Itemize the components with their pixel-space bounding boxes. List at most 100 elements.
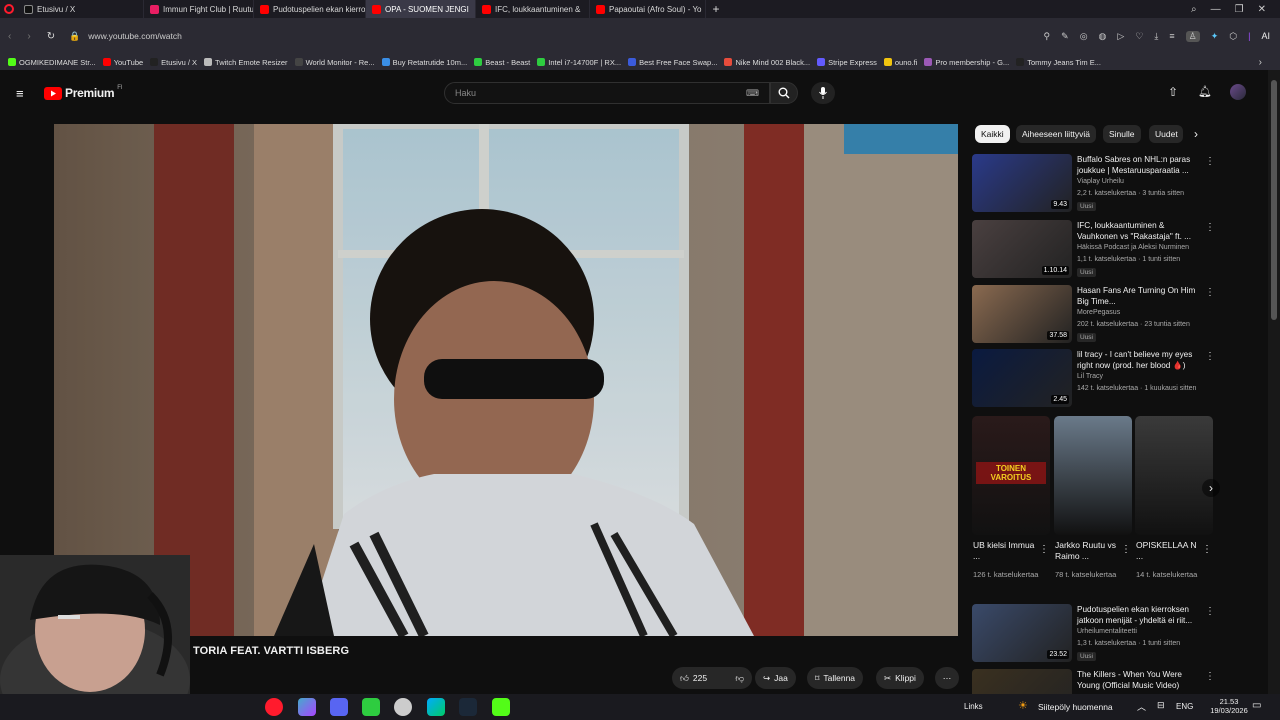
chip-for-you[interactable]: Sinulle [1103, 125, 1141, 143]
edit-icon[interactable]: ✎ [1061, 31, 1069, 42]
like-button[interactable]: 👍︎ 225 [680, 673, 707, 684]
channel-name[interactable]: Urheilumentaliteetti [1077, 628, 1137, 635]
bookmark-item[interactable]: Tommy Jeans Tim E... [1016, 58, 1108, 67]
vpn-icon[interactable] [394, 698, 412, 716]
bookmark-item[interactable]: World Monitor - Re... [294, 58, 382, 67]
reload-icon[interactable]: ↻ [47, 31, 55, 42]
chip-new[interactable]: Uudet [1149, 125, 1183, 143]
back-icon[interactable]: ‹ [8, 31, 11, 42]
tab-6[interactable]: Papaoutai (Afro Soul) - Yo [590, 0, 706, 18]
opera-icon[interactable] [0, 4, 18, 14]
dislike-button[interactable]: 👎︎ [735, 673, 744, 684]
hamburger-menu-icon[interactable]: ≡ [16, 86, 24, 101]
tab-3[interactable]: Pudotuspelien ekan kierro [254, 0, 366, 18]
bookmark-item[interactable]: Etusivu / X [150, 58, 204, 67]
bookmark-item[interactable]: Nike Mind 002 Black... [724, 58, 817, 67]
notifications-icon[interactable]: ▭ [1252, 700, 1261, 711]
short-thumbnail[interactable] [1135, 416, 1213, 535]
short-title[interactable]: Jarkko Ruutu vs Raimo ... [1055, 540, 1121, 562]
menu-icon[interactable]: ≡ [1169, 31, 1174, 41]
recommended-video[interactable]: 9.43 Buffalo Sabres on NHL:n paras joukku… [972, 154, 1216, 214]
channel-name[interactable]: Häkissä Podcast ja Aleksi Nurminen [1077, 244, 1189, 251]
video-thumbnail[interactable]: 37.58 [972, 285, 1072, 343]
maximize-button[interactable]: ❐ [1235, 4, 1244, 15]
video-title[interactable]: Hasan Fans Are Turning On Him Big Time..… [1077, 285, 1205, 307]
bookmark-item[interactable]: OGMIKEDIMANE Str... [8, 58, 103, 67]
avatar[interactable] [1230, 84, 1246, 100]
recommended-video[interactable]: 1.10.14 IFC, loukkaantuminen & Vauhkonen … [972, 220, 1216, 280]
more-vert-icon[interactable]: ⋮ [1205, 222, 1215, 233]
minimize-button[interactable]: — [1211, 4, 1221, 15]
more-vert-icon[interactable]: ⋮ [1205, 351, 1215, 362]
camera-icon[interactable]: ◎ [1080, 31, 1088, 42]
video-thumbnail[interactable]: 2.45 [972, 349, 1072, 407]
bookmark-item[interactable]: Pro membership - G... [924, 58, 1016, 67]
shorts-next-button[interactable]: › [1202, 479, 1220, 497]
scrollbar-thumb[interactable] [1271, 80, 1277, 320]
short-title[interactable]: OPISKELLAA N ... [1136, 540, 1202, 562]
short-title[interactable]: UB kielsi Immua ... [973, 540, 1039, 562]
bookmark-item[interactable]: Stripe Express [817, 58, 884, 67]
voice-search-button[interactable] [811, 82, 835, 104]
bookmark-item[interactable]: Beast - Beast [474, 58, 537, 67]
more-vert-icon[interactable]: ⋮ [1202, 544, 1212, 555]
download-icon[interactable]: ⤓ [1154, 31, 1158, 42]
app-taskbar-icon[interactable] [298, 698, 316, 716]
keyboard-icon[interactable]: ⌨ [746, 88, 759, 99]
language-indicator[interactable]: ENG [1176, 702, 1193, 711]
recommended-video[interactable]: The Killers - When You Were Young (Offic… [972, 669, 1216, 694]
tray-chevron-icon[interactable]: ︿ [1137, 700, 1146, 713]
more-vert-icon[interactable]: ⋮ [1039, 544, 1049, 555]
network-icon[interactable]: ⊟ [1157, 700, 1165, 711]
url-field[interactable]: www.youtube.com/watch [88, 31, 182, 41]
video-title[interactable]: Buffalo Sabres on NHL:n paras joukkue | … [1077, 154, 1205, 176]
video-thumbnail[interactable]: 23.52 [972, 604, 1072, 662]
more-vert-icon[interactable]: ⋮ [1205, 606, 1215, 617]
save-button[interactable]: ⌑ Tallenna [807, 667, 864, 689]
more-vert-icon[interactable]: ⋮ [1205, 671, 1215, 682]
bookmark-item[interactable]: Intel i7-14700F | RX... [537, 58, 628, 67]
key-icon[interactable]: ⚲ [1044, 31, 1051, 42]
bookmark-item[interactable]: ouno.fi [883, 58, 925, 67]
channel-name[interactable]: Lil Tracy [1077, 373, 1103, 380]
video-thumbnail[interactable] [972, 669, 1072, 694]
clip-button[interactable]: ✂ Klippi [876, 667, 924, 689]
search-input[interactable]: Haku ⌨ [444, 82, 770, 104]
video-thumbnail[interactable]: 1.10.14 [972, 220, 1072, 278]
cube-icon[interactable]: ⬡ [1229, 31, 1237, 42]
ai-button[interactable]: AI [1261, 31, 1270, 41]
edge-icon[interactable] [427, 698, 445, 716]
notifications-bell-icon[interactable]: 🔔︎ [1198, 85, 1212, 98]
bookmark-item[interactable]: YouTube [102, 58, 150, 67]
extension-icon[interactable]: ✦ [1211, 31, 1219, 42]
more-vert-icon[interactable]: ⋮ [1205, 287, 1215, 298]
kick-icon[interactable] [492, 698, 510, 716]
obs-icon[interactable] [362, 698, 380, 716]
weather-text[interactable]: Siitepöly huomenna [1038, 702, 1113, 712]
video-title[interactable]: lil tracy - I can't believe my eyes righ… [1077, 349, 1205, 371]
video-title[interactable]: IFC, loukkaantuminen & Vauhkonen vs "Rak… [1077, 220, 1205, 242]
profile-icon[interactable]: ♙ [1185, 30, 1200, 42]
shield-icon[interactable]: ◍ [1099, 31, 1107, 42]
short-thumbnail[interactable]: TOINEN VAROITUS [972, 416, 1050, 535]
share-button[interactable]: ↪ Jaa [755, 667, 796, 689]
video-thumbnail[interactable]: 9.43 [972, 154, 1072, 212]
search-button[interactable] [770, 82, 798, 104]
more-vert-icon[interactable]: ⋮ [1121, 544, 1131, 555]
short-thumbnail[interactable] [1054, 416, 1132, 535]
chip-all[interactable]: Kaikki [975, 125, 1010, 143]
new-tab-button[interactable]: + [706, 2, 726, 16]
play-icon[interactable]: ▷ [1117, 31, 1124, 42]
bookmarks-overflow-icon[interactable]: › [1259, 57, 1280, 68]
recommended-video[interactable]: 23.52 Pudotuspelien ekan kierroksen jatko… [972, 604, 1216, 664]
bookmark-item[interactable]: Twitch Emote Resizer [204, 58, 295, 67]
more-actions-button[interactable]: ⋯ [935, 667, 959, 689]
video-title[interactable]: Pudotuspelien ekan kierroksen jatkoon me… [1077, 604, 1205, 626]
search-tabs-icon[interactable]: ⌕ [1191, 4, 1197, 15]
channel-name[interactable]: Viaplay Urheilu [1077, 178, 1124, 185]
opera-taskbar-icon[interactable] [265, 698, 283, 716]
tab-5[interactable]: IFC, loukkaantuminen & [476, 0, 590, 18]
youtube-logo[interactable]: Premium FI [44, 85, 123, 100]
video-title[interactable]: The Killers - When You Were Young (Offic… [1077, 669, 1205, 691]
scrollbar[interactable] [1268, 70, 1280, 694]
